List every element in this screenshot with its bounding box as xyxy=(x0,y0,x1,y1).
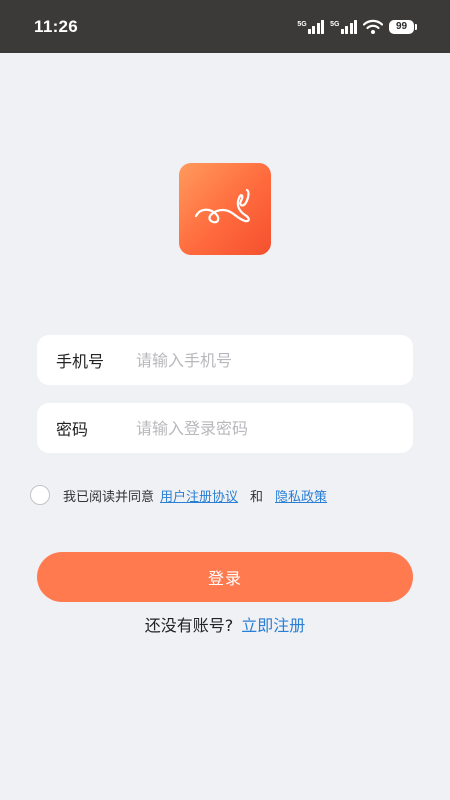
phone-label: 手机号 xyxy=(56,352,105,371)
battery-level: 99 xyxy=(395,21,408,32)
agreement-prefix: 我已阅读并同意 xyxy=(63,489,155,505)
agreement-and: 和 xyxy=(250,489,264,505)
no-account-text: 还没有账号? xyxy=(144,616,234,635)
privacy-policy-link[interactable]: 隐私政策 xyxy=(275,486,327,505)
password-input[interactable] xyxy=(136,418,386,438)
battery-icon: 99 xyxy=(389,19,417,34)
login-button[interactable]: 登录 xyxy=(37,552,413,602)
system-icons: 5G 5G 99 xyxy=(297,19,417,35)
network-type-label: 5G xyxy=(330,20,340,28)
cellular-signal-icon: 5G xyxy=(330,19,357,34)
password-label: 密码 xyxy=(56,420,89,439)
register-prompt: 还没有账号? 立即注册 xyxy=(0,612,450,636)
wifi-icon xyxy=(363,19,383,34)
phone-field: 手机号 xyxy=(37,335,413,385)
agreement-checkbox[interactable] xyxy=(30,485,50,505)
cellular-signal-icon: 5G xyxy=(297,19,325,34)
rabbit-logo-icon xyxy=(194,188,250,224)
network-type-label: 5G xyxy=(297,20,307,28)
app-logo xyxy=(179,163,271,255)
agreement-row: 我已阅读并同意 用户注册协议 和 隐私政策 xyxy=(30,483,327,507)
status-bar: 11:26 5G 5G 99 xyxy=(0,0,450,53)
user-agreement-link[interactable]: 用户注册协议 xyxy=(160,486,238,505)
phone-input[interactable] xyxy=(136,350,386,370)
password-field: 密码 xyxy=(37,403,413,453)
status-time: 11:26 xyxy=(34,16,79,36)
register-link[interactable]: 立即注册 xyxy=(241,616,305,635)
